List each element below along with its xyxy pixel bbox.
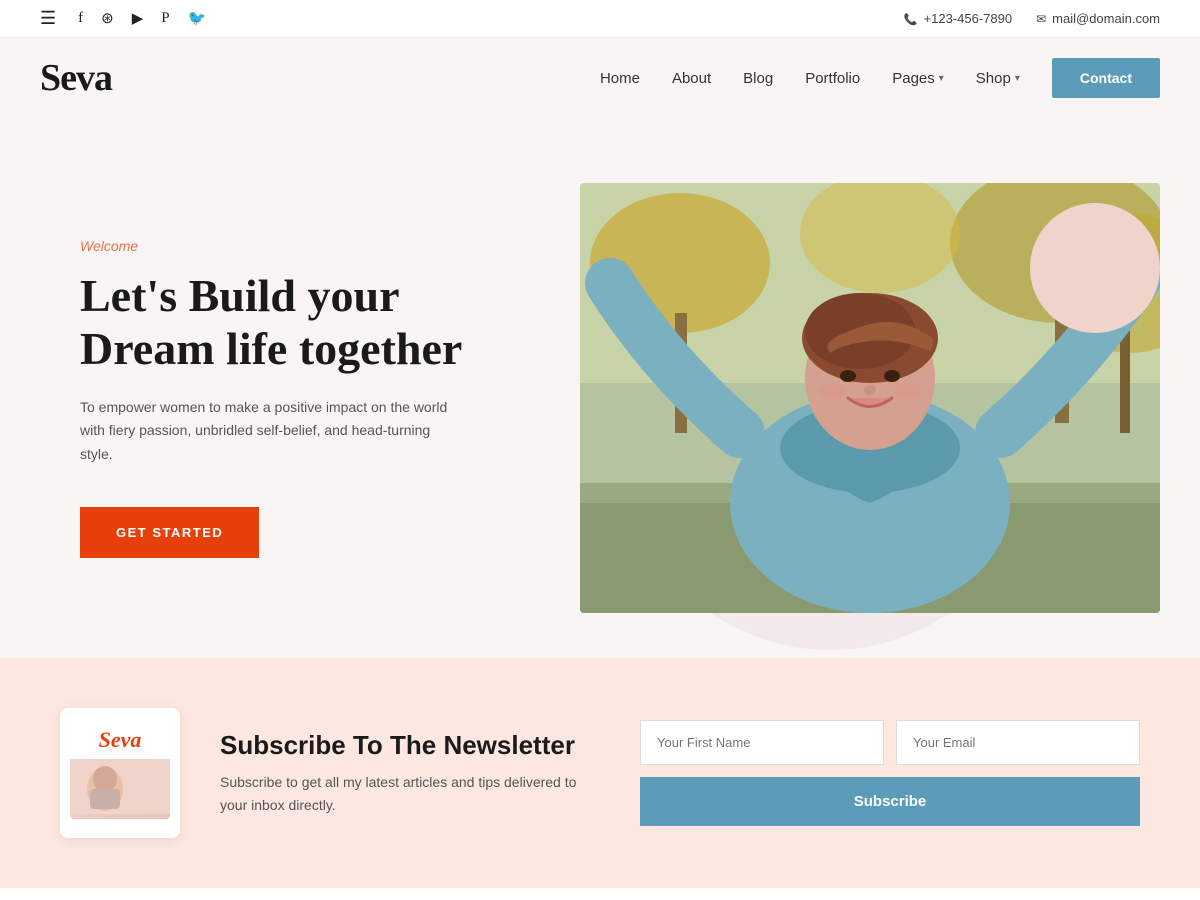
top-bar-left: ☰ f ⊛ ▶ P 🐦 xyxy=(40,8,206,29)
top-bar: ☰ f ⊛ ▶ P 🐦 +123-456-7890 mail@domain.co… xyxy=(0,0,1200,38)
get-started-button[interactable]: GET STARTED xyxy=(80,507,259,558)
hero-title: Let's Build your Dream life together xyxy=(80,270,566,376)
mail-icon xyxy=(1036,11,1046,26)
facebook-icon[interactable]: f xyxy=(78,10,83,27)
pinterest-icon[interactable]: P xyxy=(161,10,169,27)
contact-button[interactable]: Contact xyxy=(1052,58,1160,98)
email-address: mail@domain.com xyxy=(1052,11,1160,26)
pages-dropdown-arrow: ▾ xyxy=(939,73,944,84)
nav-shop[interactable]: Shop ▾ xyxy=(976,70,1020,87)
first-name-input[interactable] xyxy=(640,720,884,765)
navbar: Seva Home About Blog Portfolio Pages ▾ S… xyxy=(0,38,1200,118)
welcome-label: Welcome xyxy=(80,238,566,254)
newsletter-section: Seva Subscribe To The Newsletter Subscri… xyxy=(0,658,1200,888)
newsletter-card: Seva xyxy=(60,708,180,838)
hero-section: Welcome Let's Build your Dream life toge… xyxy=(0,118,1200,658)
top-right-circle xyxy=(1030,203,1160,333)
instagram-icon[interactable]: ⊛ xyxy=(101,9,114,28)
nav-home[interactable]: Home xyxy=(600,70,640,87)
hero-image-area xyxy=(566,183,1160,613)
hero-description: To empower women to make a positive impa… xyxy=(80,396,460,467)
email-contact: mail@domain.com xyxy=(1036,11,1160,26)
nav-links: Home About Blog Portfolio Pages ▾ Shop ▾… xyxy=(600,58,1160,98)
phone-number: +123-456-7890 xyxy=(924,11,1013,26)
newsletter-description: Subscribe to get all my latest articles … xyxy=(220,771,600,816)
twitter-icon[interactable]: 🐦 xyxy=(188,9,207,28)
newsletter-card-logo: Seva xyxy=(99,727,142,753)
site-logo[interactable]: Seva xyxy=(40,56,112,100)
newsletter-title: Subscribe To The Newsletter xyxy=(220,730,600,761)
youtube-icon[interactable]: ▶ xyxy=(132,9,144,28)
newsletter-text: Subscribe To The Newsletter Subscribe to… xyxy=(220,730,600,816)
newsletter-card-image xyxy=(70,759,170,819)
hero-content: Welcome Let's Build your Dream life toge… xyxy=(80,238,566,558)
email-input[interactable] xyxy=(896,720,1140,765)
phone-contact: +123-456-7890 xyxy=(904,11,1012,26)
top-bar-right: +123-456-7890 mail@domain.com xyxy=(904,11,1160,26)
phone-icon xyxy=(904,11,918,26)
hamburger-icon[interactable]: ☰ xyxy=(40,8,56,29)
nav-about[interactable]: About xyxy=(672,70,711,87)
nav-portfolio[interactable]: Portfolio xyxy=(805,70,860,87)
newsletter-inputs xyxy=(640,720,1140,765)
nav-blog[interactable]: Blog xyxy=(743,70,773,87)
nav-pages[interactable]: Pages ▾ xyxy=(892,70,944,87)
newsletter-form: Subscribe xyxy=(640,720,1140,826)
shop-dropdown-arrow: ▾ xyxy=(1015,73,1020,84)
subscribe-button[interactable]: Subscribe xyxy=(640,777,1140,826)
